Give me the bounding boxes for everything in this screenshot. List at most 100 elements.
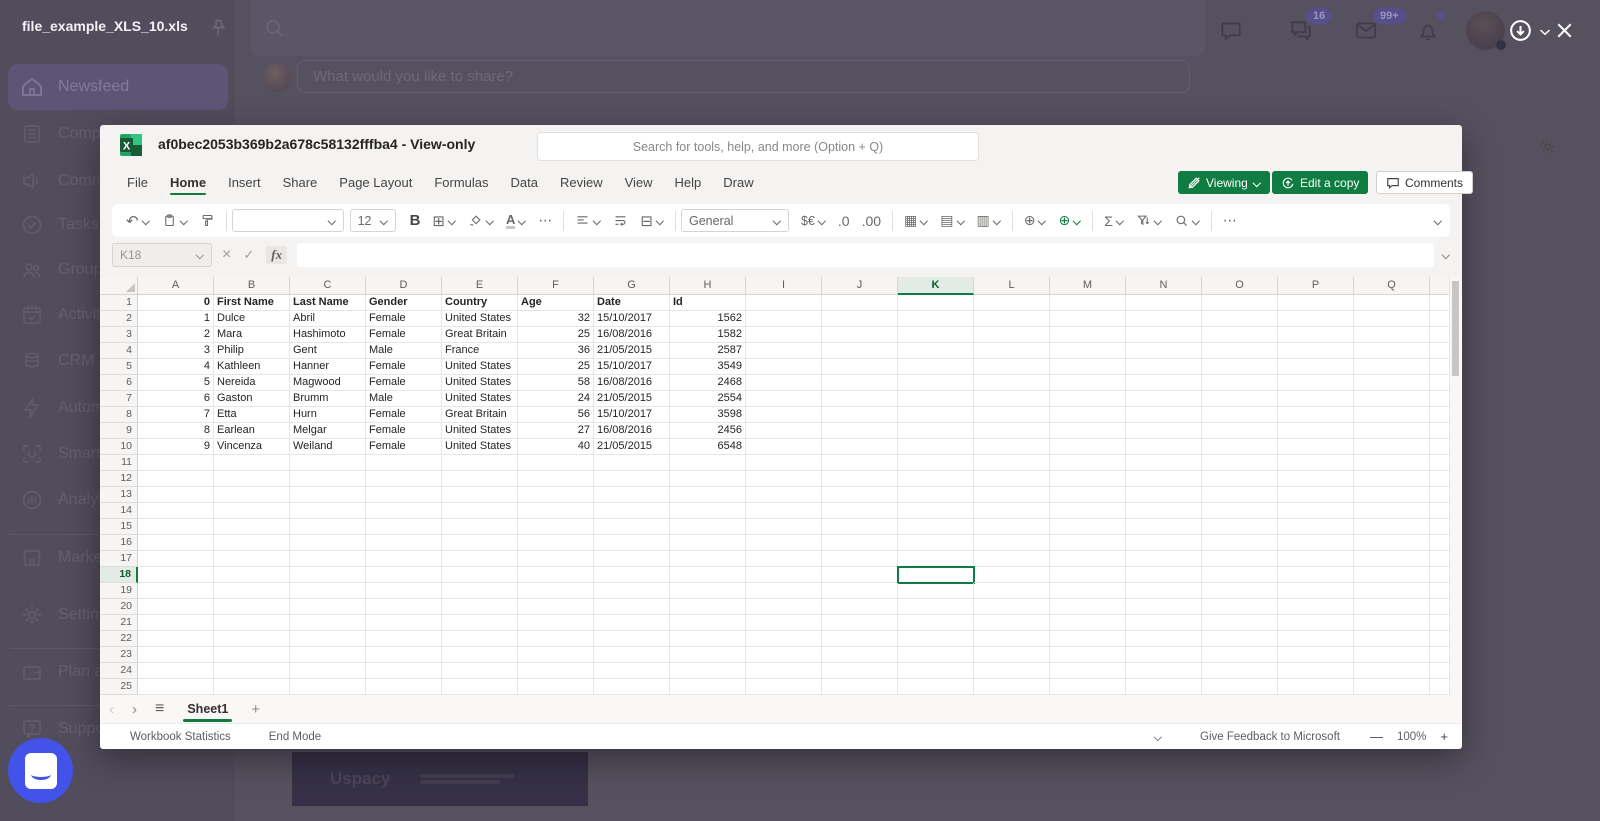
- cell-F19[interactable]: [518, 583, 594, 599]
- cell-O4[interactable]: [1202, 343, 1278, 359]
- cell-Q13[interactable]: [1354, 487, 1430, 503]
- cell-G8[interactable]: 15/10/2017: [594, 407, 670, 423]
- cell-K23[interactable]: [898, 647, 974, 663]
- toolbar-more-options[interactable]: ⋯: [1217, 212, 1243, 229]
- cell-I18[interactable]: [746, 567, 822, 583]
- cell-H4[interactable]: 2587: [670, 343, 746, 359]
- row-header-12[interactable]: 12: [100, 471, 138, 487]
- row-header-24[interactable]: 24: [100, 663, 138, 679]
- paste-button[interactable]: [156, 213, 194, 228]
- cell-G15[interactable]: [594, 519, 670, 535]
- cell-B2[interactable]: Dulce: [214, 311, 290, 327]
- cell-I1[interactable]: [746, 295, 822, 311]
- cell-B5[interactable]: Kathleen: [214, 359, 290, 375]
- cell-I19[interactable]: [746, 583, 822, 599]
- select-all-corner[interactable]: [100, 277, 138, 295]
- cell-A10[interactable]: 9: [138, 439, 214, 455]
- cell-E25[interactable]: [442, 679, 518, 695]
- cell-E23[interactable]: [442, 647, 518, 663]
- cell-L25[interactable]: [974, 679, 1050, 695]
- cell-I17[interactable]: [746, 551, 822, 567]
- menu-help[interactable]: Help: [664, 165, 713, 199]
- cell-L22[interactable]: [974, 631, 1050, 647]
- cell-H6[interactable]: 2468: [670, 375, 746, 391]
- cell-L3[interactable]: [974, 327, 1050, 343]
- cell-E3[interactable]: Great Britain: [442, 327, 518, 343]
- cell-A20[interactable]: [138, 599, 214, 615]
- cell-H9[interactable]: 2456: [670, 423, 746, 439]
- cell-N1[interactable]: [1126, 295, 1202, 311]
- cell-N6[interactable]: [1126, 375, 1202, 391]
- cell-J24[interactable]: [822, 663, 898, 679]
- cell-P15[interactable]: [1278, 519, 1354, 535]
- cell-N18[interactable]: [1126, 567, 1202, 583]
- cell-P13[interactable]: [1278, 487, 1354, 503]
- cell-A8[interactable]: 7: [138, 407, 214, 423]
- cell-M13[interactable]: [1050, 487, 1126, 503]
- row-header-10[interactable]: 10: [100, 439, 138, 455]
- cell-K2[interactable]: [898, 311, 974, 327]
- cell-F24[interactable]: [518, 663, 594, 679]
- row-header-2[interactable]: 2: [100, 311, 138, 327]
- cell-M22[interactable]: [1050, 631, 1126, 647]
- zoom-out-button[interactable]: —: [1370, 729, 1383, 744]
- cell-B17[interactable]: [214, 551, 290, 567]
- cell-M17[interactable]: [1050, 551, 1126, 567]
- cell-B12[interactable]: [214, 471, 290, 487]
- cell-F8[interactable]: 56: [518, 407, 594, 423]
- cell-C2[interactable]: Abril: [290, 311, 366, 327]
- cell-D18[interactable]: [366, 567, 442, 583]
- cell-I21[interactable]: [746, 615, 822, 631]
- cell-H18[interactable]: [670, 567, 746, 583]
- cell-A3[interactable]: 2: [138, 327, 214, 343]
- cell-F13[interactable]: [518, 487, 594, 503]
- cell-Q7[interactable]: [1354, 391, 1430, 407]
- cell-A17[interactable]: [138, 551, 214, 567]
- row-header-20[interactable]: 20: [100, 599, 138, 615]
- cell-G6[interactable]: 16/08/2016: [594, 375, 670, 391]
- cell-N2[interactable]: [1126, 311, 1202, 327]
- cell-N17[interactable]: [1126, 551, 1202, 567]
- row-header-5[interactable]: 5: [100, 359, 138, 375]
- cell-D3[interactable]: Female: [366, 327, 442, 343]
- cell-A22[interactable]: [138, 631, 214, 647]
- cell-Q19[interactable]: [1354, 583, 1430, 599]
- cell-L8[interactable]: [974, 407, 1050, 423]
- fill-color-button[interactable]: [462, 213, 500, 228]
- cell-F20[interactable]: [518, 599, 594, 615]
- cell-O9[interactable]: [1202, 423, 1278, 439]
- cell-I14[interactable]: [746, 503, 822, 519]
- cell-O24[interactable]: [1202, 663, 1278, 679]
- cell-K15[interactable]: [898, 519, 974, 535]
- bell-icon[interactable]: [1415, 18, 1441, 44]
- cell-P22[interactable]: [1278, 631, 1354, 647]
- cell-A18[interactable]: [138, 567, 214, 583]
- cell-A14[interactable]: [138, 503, 214, 519]
- cell-J17[interactable]: [822, 551, 898, 567]
- cell-M4[interactable]: [1050, 343, 1126, 359]
- cell-D14[interactable]: [366, 503, 442, 519]
- cell-I5[interactable]: [746, 359, 822, 375]
- cell-Q23[interactable]: [1354, 647, 1430, 663]
- cell-N16[interactable]: [1126, 535, 1202, 551]
- cell-L11[interactable]: [974, 455, 1050, 471]
- cell-M3[interactable]: [1050, 327, 1126, 343]
- cell-C12[interactable]: [290, 471, 366, 487]
- currency-format-button[interactable]: $€: [795, 214, 832, 228]
- cell-L7[interactable]: [974, 391, 1050, 407]
- menu-review[interactable]: Review: [549, 165, 614, 199]
- cell-C5[interactable]: Hanner: [290, 359, 366, 375]
- cell-I22[interactable]: [746, 631, 822, 647]
- cell-P6[interactable]: [1278, 375, 1354, 391]
- column-header-P[interactable]: P: [1278, 277, 1354, 295]
- cell-A1[interactable]: 0: [138, 295, 214, 311]
- cell-E17[interactable]: [442, 551, 518, 567]
- cell-G16[interactable]: [594, 535, 670, 551]
- decrease-decimal-button[interactable]: .0: [832, 213, 856, 229]
- find-button[interactable]: [1168, 213, 1206, 228]
- cell-J10[interactable]: [822, 439, 898, 455]
- cell-E1[interactable]: Country: [442, 295, 518, 311]
- cell-A9[interactable]: 8: [138, 423, 214, 439]
- cell-Q17[interactable]: [1354, 551, 1430, 567]
- cell-P12[interactable]: [1278, 471, 1354, 487]
